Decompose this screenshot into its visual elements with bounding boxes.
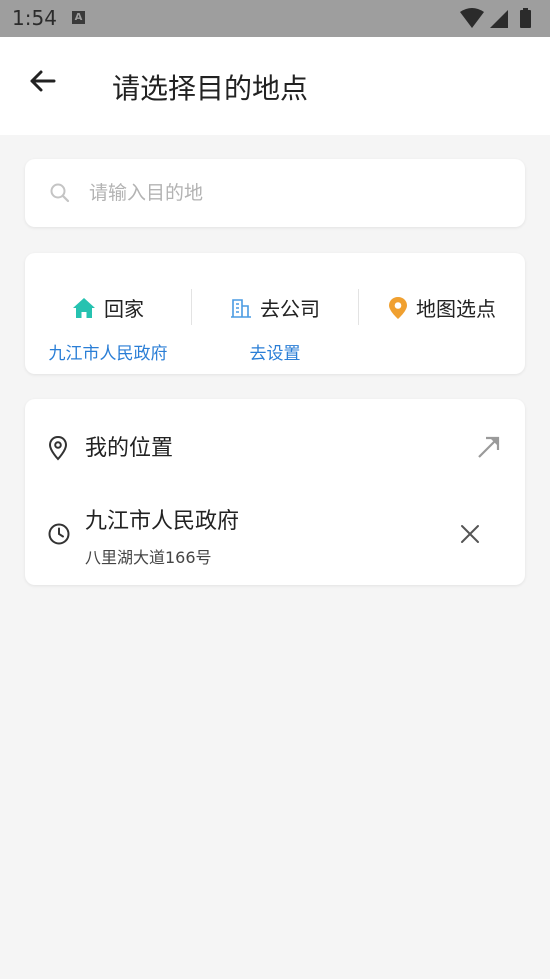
work-label: 去公司 bbox=[260, 297, 320, 321]
work-setup-link[interactable]: 去设置 bbox=[192, 339, 358, 364]
arrow-left-icon bbox=[30, 70, 56, 92]
status-icons bbox=[460, 8, 540, 34]
recent-location-name: 九江市人民政府 bbox=[85, 509, 240, 534]
shortcut-card: 回家 九江市人民政府 去公司 去设置 地图选点 bbox=[25, 253, 525, 374]
clock-icon bbox=[47, 522, 71, 550]
home-label: 回家 bbox=[104, 297, 144, 321]
building-icon bbox=[231, 298, 251, 318]
location-list: 我的位置 九江市人民政府 八里湖大道166号 bbox=[25, 399, 525, 585]
wifi-icon bbox=[460, 8, 484, 28]
work-shortcut[interactable]: 去公司 去设置 bbox=[192, 253, 358, 374]
arrow-up-right-icon[interactable] bbox=[475, 433, 503, 465]
a-icon: A bbox=[72, 11, 85, 24]
close-icon[interactable] bbox=[459, 523, 481, 549]
search-input[interactable] bbox=[89, 179, 489, 207]
home-address[interactable]: 九江市人民政府 bbox=[25, 339, 191, 364]
home-shortcut[interactable]: 回家 九江市人民政府 bbox=[25, 253, 191, 374]
header: 请选择目的地点 bbox=[0, 37, 550, 135]
recent-location-address: 八里湖大道166号 bbox=[85, 548, 212, 567]
battery-icon bbox=[520, 10, 531, 28]
back-button[interactable] bbox=[26, 65, 58, 97]
search-box[interactable] bbox=[25, 159, 525, 227]
home-icon bbox=[73, 297, 95, 318]
my-location-label: 我的位置 bbox=[85, 436, 174, 461]
map-pick-label: 地图选点 bbox=[416, 297, 496, 321]
map-pick-shortcut[interactable]: 地图选点 bbox=[359, 253, 525, 374]
my-location-item[interactable]: 我的位置 bbox=[25, 399, 525, 491]
page-title: 请选择目的地点 bbox=[112, 72, 309, 105]
search-icon bbox=[49, 182, 71, 208]
location-pin-icon bbox=[47, 435, 69, 465]
signal-icon bbox=[490, 10, 508, 28]
recent-location-item[interactable]: 九江市人民政府 八里湖大道166号 bbox=[25, 491, 525, 585]
status-time: 1:54 bbox=[12, 6, 57, 30]
status-bar: 1:54 A bbox=[0, 0, 550, 37]
map-pin-icon bbox=[389, 296, 407, 319]
